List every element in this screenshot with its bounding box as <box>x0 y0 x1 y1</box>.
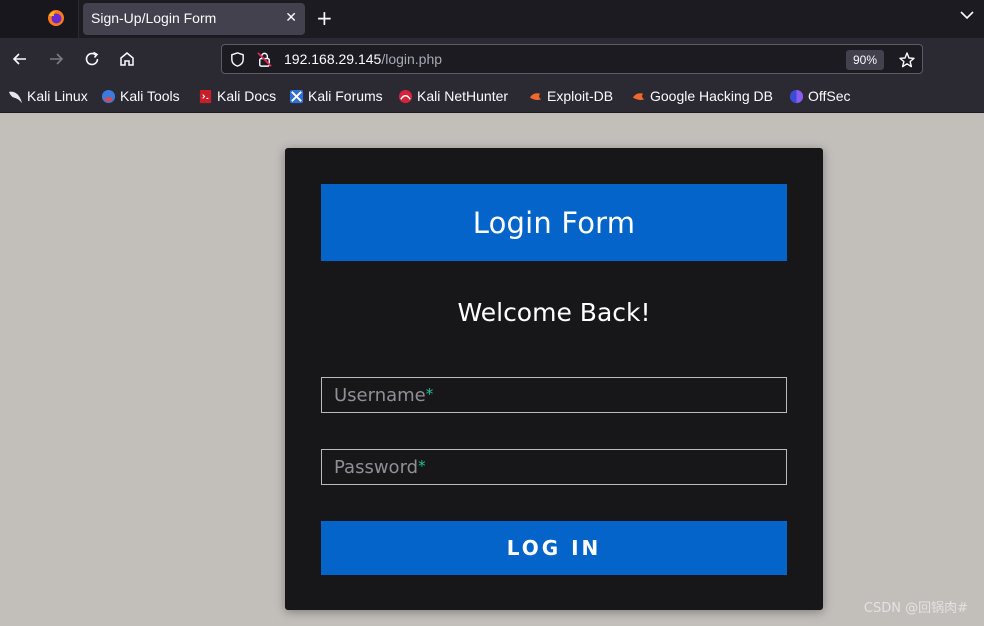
nethunter-icon <box>398 89 413 103</box>
kali-tools-icon <box>101 89 116 103</box>
star-icon[interactable] <box>898 51 916 69</box>
bookmark-exploit-db[interactable]: Exploit-DB <box>528 87 613 105</box>
kali-forums-icon <box>289 89 304 103</box>
required-asterisk: * <box>418 457 426 475</box>
bookmark-label: Kali Docs <box>217 88 277 104</box>
ghdb-icon <box>632 92 645 100</box>
required-asterisk: * <box>425 385 434 403</box>
firefox-icon[interactable] <box>47 9 65 27</box>
form-title: Login Form <box>472 205 636 240</box>
page-content: Login Form Welcome Back! Username* Passw… <box>0 113 984 626</box>
bookmark-offsec[interactable]: OffSec <box>789 87 851 105</box>
welcome-message: Welcome Back! <box>457 298 651 327</box>
username-placeholder: Username* <box>334 385 434 406</box>
home-icon[interactable] <box>118 50 136 68</box>
bookmark-kali-nethunter[interactable]: Kali NetHunter <box>398 87 508 105</box>
bookmark-label: Kali Tools <box>120 88 180 104</box>
bookmark-label: Kali Forums <box>308 88 383 104</box>
bookmark-kali-forums[interactable]: Kali Forums <box>289 87 383 105</box>
password-input[interactable]: Password* <box>321 449 787 485</box>
bookmark-kali-tools[interactable]: Kali Tools <box>101 87 180 105</box>
reload-icon[interactable] <box>83 50 101 68</box>
tab-title: Sign-Up/Login Form <box>91 10 217 26</box>
url-path: /login.php <box>381 51 443 67</box>
offsec-icon <box>789 89 804 103</box>
password-placeholder: Password* <box>334 457 426 478</box>
url-text[interactable]: 192.168.29.145/login.php <box>284 51 442 67</box>
tab-strip: Sign-Up/Login Form ✕ + <box>0 0 984 38</box>
bookmark-label: Kali Linux <box>27 88 88 104</box>
login-card: Login Form Welcome Back! Username* Passw… <box>285 148 823 610</box>
insecure-lock-icon[interactable] <box>256 51 273 68</box>
url-host: 192.168.29.145 <box>284 51 382 67</box>
bookmark-kali-linux[interactable]: Kali Linux <box>8 87 88 105</box>
bookmarks-toolbar: Kali Linux Kali Tools Kali Docs Kali For… <box>0 80 984 113</box>
watermark: CSDN @回锅肉# <box>863 601 968 616</box>
new-tab-button[interactable]: + <box>316 6 333 30</box>
login-button[interactable]: LOG IN <box>321 521 787 575</box>
bookmark-label: Kali NetHunter <box>417 88 509 104</box>
active-tab[interactable]: Sign-Up/Login Form ✕ <box>83 3 305 35</box>
forward-arrow-icon[interactable] <box>47 50 65 68</box>
username-input[interactable]: Username* <box>321 377 787 413</box>
kali-dragon-icon <box>8 91 23 103</box>
bookmark-kali-docs[interactable]: Kali Docs <box>198 87 276 105</box>
firefox-view-area[interactable] <box>0 0 79 38</box>
shield-icon[interactable] <box>229 51 246 68</box>
login-button-label: LOG IN <box>506 536 602 560</box>
bookmark-label: Google Hacking DB <box>650 88 773 104</box>
address-bar[interactable]: 192.168.29.145/login.php 90% <box>221 44 923 74</box>
bookmark-label: OffSec <box>808 88 851 104</box>
bookmark-google-hacking-db[interactable]: Google Hacking DB <box>631 87 773 105</box>
bookmark-label: Exploit-DB <box>547 88 614 104</box>
chevron-down-icon[interactable] <box>958 6 976 24</box>
exploit-db-icon <box>529 92 542 100</box>
navigation-toolbar: 192.168.29.145/login.php 90% <box>0 38 984 80</box>
zoom-level-badge[interactable]: 90% <box>846 50 885 70</box>
kali-docs-icon <box>199 89 212 103</box>
form-header: Login Form <box>321 184 787 261</box>
back-arrow-icon[interactable] <box>11 50 29 68</box>
close-icon[interactable]: ✕ <box>285 8 297 28</box>
